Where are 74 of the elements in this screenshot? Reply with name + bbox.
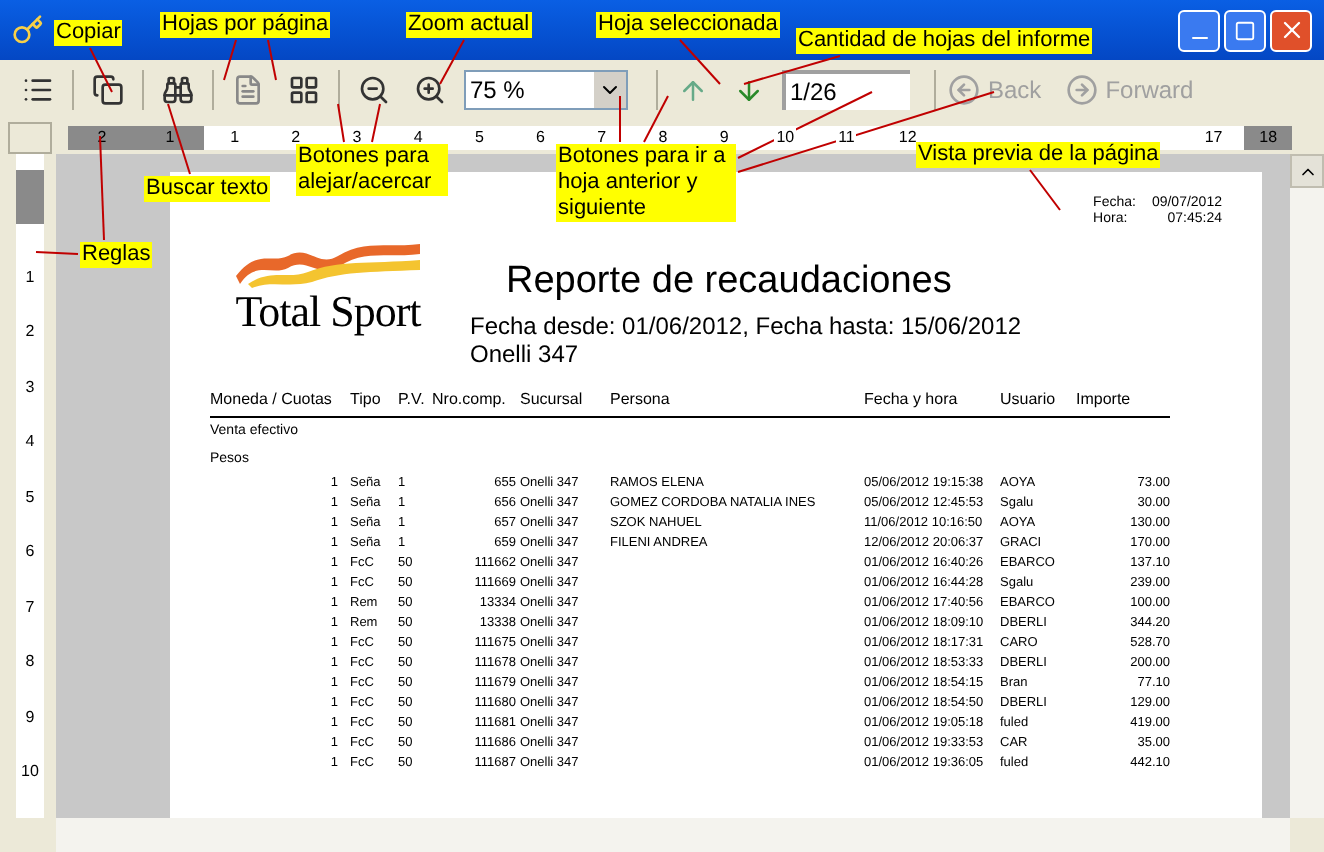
- list-icon: [22, 74, 54, 106]
- leader-line: [35, 251, 79, 255]
- ruler-margin: [16, 170, 44, 225]
- branch-name: Onelli 347: [470, 340, 581, 368]
- leader-line: [619, 95, 621, 143]
- column-header: Tipo: [350, 388, 383, 412]
- key-icon: [12, 14, 44, 46]
- ruler-number: 17: [1202, 125, 1225, 149]
- ruler-number: 8: [25, 652, 35, 675]
- page-icon: [232, 74, 264, 106]
- leader-line: [223, 39, 237, 81]
- leader-line: [743, 55, 841, 85]
- arrow-right-icon: [1065, 74, 1098, 106]
- annotation-label: Hojas por página: [160, 12, 331, 38]
- vertical-scrollbar[interactable]: [1290, 154, 1324, 818]
- page-field[interactable]: 1/26: [782, 70, 910, 110]
- annotation-label: Botones para ir a hoja anterior y siguiente: [556, 144, 736, 222]
- horizontal-scrollbar[interactable]: [56, 818, 1290, 852]
- ruler-number: 4: [25, 432, 35, 455]
- zoom-in-icon: [414, 74, 446, 106]
- ruler-number: 2: [25, 322, 35, 345]
- leader-line: [267, 39, 277, 81]
- annotation-label: Hoja seleccionada: [596, 12, 780, 38]
- ruler-number: 1: [25, 267, 35, 290]
- report-subtitle: Fecha desde: 01/06/2012, Fecha hasta: 15/06/2012: [470, 312, 1024, 340]
- binoculars-icon: [162, 74, 194, 106]
- leader-line: [643, 95, 669, 143]
- close-button[interactable]: [1270, 9, 1312, 51]
- copy-icon: [92, 74, 124, 106]
- column-header: Sucursal: [520, 388, 585, 412]
- annotation-label: Vista previa de la página: [916, 142, 1161, 168]
- leader-line: [89, 47, 113, 93]
- ruler-number: 11: [836, 125, 857, 149]
- ruler-number: 18: [1257, 125, 1280, 149]
- logo: Total Sport: [210, 212, 446, 336]
- ruler-number: 7: [25, 597, 35, 620]
- column-header: Persona: [610, 388, 672, 412]
- annotation-label: Botones para alejar/acercar: [296, 144, 448, 196]
- leader-line: [371, 103, 381, 143]
- ruler-number: 6: [25, 542, 35, 565]
- ruler-number: 5: [25, 487, 35, 510]
- ruler-number: 10: [774, 125, 797, 149]
- ruler-number: 5: [472, 125, 486, 149]
- maximize-icon: [1234, 19, 1256, 41]
- column-header: Moneda / Cuotas: [210, 388, 334, 412]
- grid-icon: [288, 74, 320, 106]
- ruler-number: 1: [163, 125, 177, 149]
- ruler-number: 10: [21, 762, 39, 785]
- column-header: Usuario: [1000, 388, 1058, 412]
- ruler-number: 6: [534, 125, 547, 149]
- ruler-number: 3: [25, 377, 35, 400]
- arrow-left-icon: [948, 74, 980, 106]
- zoom-dropdown[interactable]: 75 %: [464, 70, 628, 110]
- annotation-label: Copiar: [54, 20, 123, 46]
- zoom-out-icon: [358, 74, 390, 106]
- annotation-label: Reglas: [80, 242, 153, 268]
- leader-line: [167, 103, 191, 175]
- leader-line: [1029, 169, 1061, 211]
- leader-line: [679, 39, 721, 85]
- leader-line: [337, 103, 345, 143]
- report-title: Reporte de recaudaciones: [506, 260, 952, 304]
- column-header: Fecha y hora: [864, 388, 960, 412]
- minimize-button[interactable]: [1178, 9, 1220, 51]
- ruler-corner: [8, 121, 52, 153]
- maximize-button[interactable]: [1224, 9, 1266, 51]
- annotation-label: Zoom actual: [406, 12, 532, 38]
- column-header: P.V.: [398, 388, 427, 412]
- column-header: Nro.comp.: [432, 388, 508, 412]
- column-header: Importe: [1076, 388, 1133, 412]
- annotation-label: Buscar texto: [144, 176, 271, 202]
- annotation-label: Cantidad de hojas del informe: [796, 28, 1093, 54]
- leader-line: [439, 39, 465, 85]
- arrow-down-icon: [733, 75, 763, 105]
- ruler-number: 9: [25, 707, 35, 730]
